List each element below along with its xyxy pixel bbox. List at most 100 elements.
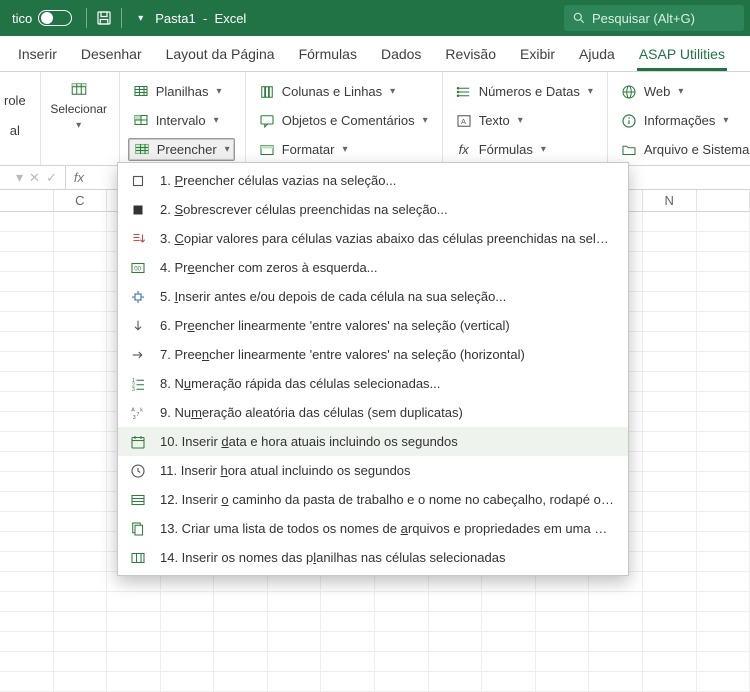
grid-cell[interactable]	[697, 212, 750, 232]
grid-cell[interactable]	[54, 432, 108, 452]
grid-cell[interactable]	[321, 672, 375, 692]
menu-item[interactable]: 12. Inserir o caminho da pasta de trabal…	[118, 485, 628, 514]
grid-cell[interactable]	[697, 472, 750, 492]
grid-cell[interactable]	[0, 252, 54, 272]
grid-cell[interactable]	[375, 672, 429, 692]
grid-cell[interactable]	[54, 452, 108, 472]
grid-cell[interactable]	[589, 652, 643, 672]
grid-cell[interactable]	[54, 472, 108, 492]
grid-cell[interactable]	[643, 392, 697, 412]
grid-cell[interactable]	[0, 612, 54, 632]
grid-cell[interactable]	[643, 292, 697, 312]
grid-cell[interactable]	[0, 312, 54, 332]
grid-cell[interactable]	[643, 512, 697, 532]
grid-cell[interactable]	[107, 612, 161, 632]
grid-cell[interactable]	[161, 592, 215, 612]
grid-cell[interactable]	[0, 212, 54, 232]
grid-cell[interactable]	[268, 652, 322, 672]
grid-cell[interactable]	[697, 512, 750, 532]
select-button[interactable]: Selecionar ▾	[49, 76, 109, 161]
grid-cell[interactable]	[321, 652, 375, 672]
autosave-toggle[interactable]	[38, 10, 72, 26]
ribbon-tab[interactable]: Revisão	[433, 38, 508, 71]
ribbon-tab[interactable]: Exibir	[508, 38, 567, 71]
grid-cell[interactable]	[697, 572, 750, 592]
grid-cell[interactable]	[107, 652, 161, 672]
search-box[interactable]: Pesquisar (Alt+G)	[564, 5, 744, 31]
text-menu[interactable]: A Texto▾	[451, 109, 597, 132]
grid-cell[interactable]	[0, 512, 54, 532]
grid-cell[interactable]	[321, 632, 375, 652]
grid-cell[interactable]	[643, 632, 697, 652]
grid-cell[interactable]	[214, 652, 268, 672]
grid-cell[interactable]	[0, 632, 54, 652]
grid-cell[interactable]	[697, 652, 750, 672]
grid-cell[interactable]	[161, 652, 215, 672]
grid-cell[interactable]	[697, 592, 750, 612]
grid-cell[interactable]	[643, 332, 697, 352]
grid-cell[interactable]	[375, 652, 429, 672]
numbers-dates-menu[interactable]: Números e Datas▾	[451, 80, 597, 103]
ribbon-tab[interactable]: Layout da Página	[154, 38, 287, 71]
grid-cell[interactable]	[643, 232, 697, 252]
menu-item[interactable]: 6. Preencher linearmente 'entre valores'…	[118, 311, 628, 340]
ribbon-item[interactable]: al	[6, 119, 24, 143]
grid-cell[interactable]	[697, 252, 750, 272]
column-header[interactable]: N	[643, 190, 697, 212]
menu-item[interactable]: 10. Inserir data e hora atuais incluindo…	[118, 427, 628, 456]
grid-cell[interactable]	[536, 672, 590, 692]
grid-cell[interactable]	[0, 432, 54, 452]
grid-cell[interactable]	[54, 492, 108, 512]
grid-cell[interactable]	[697, 492, 750, 512]
grid-cell[interactable]	[0, 372, 54, 392]
ribbon-tab[interactable]: Dados	[369, 38, 433, 71]
grid-cell[interactable]	[482, 612, 536, 632]
grid-cell[interactable]	[0, 292, 54, 312]
grid-cell[interactable]	[268, 612, 322, 632]
grid-cell[interactable]	[697, 532, 750, 552]
grid-cell[interactable]	[697, 272, 750, 292]
grid-cell[interactable]	[589, 672, 643, 692]
grid-cell[interactable]	[0, 652, 54, 672]
grid-cell[interactable]	[697, 372, 750, 392]
check-icon[interactable]: ✓	[46, 170, 57, 186]
grid-cell[interactable]	[697, 392, 750, 412]
grid-cell[interactable]	[54, 252, 108, 272]
grid-cell[interactable]	[643, 412, 697, 432]
grid-cell[interactable]	[643, 372, 697, 392]
fx-label[interactable]: fx	[66, 170, 92, 185]
save-icon[interactable]	[95, 9, 113, 27]
grid-cell[interactable]	[697, 612, 750, 632]
grid-cell[interactable]	[643, 572, 697, 592]
grid-cell[interactable]	[0, 352, 54, 372]
grid-cell[interactable]	[536, 652, 590, 672]
range-menu[interactable]: Intervalo▾	[128, 109, 235, 132]
grid-cell[interactable]	[536, 612, 590, 632]
grid-cell[interactable]	[697, 232, 750, 252]
grid-cell[interactable]	[589, 612, 643, 632]
grid-cell[interactable]	[697, 292, 750, 312]
grid-cell[interactable]	[643, 472, 697, 492]
ribbon-tab[interactable]: Fórmulas	[287, 38, 369, 71]
grid-cell[interactable]	[643, 252, 697, 272]
grid-cell[interactable]	[0, 412, 54, 432]
menu-item[interactable]: 13. Criar uma lista de todos os nomes de…	[118, 514, 628, 543]
grid-cell[interactable]	[0, 232, 54, 252]
grid-cell[interactable]	[643, 652, 697, 672]
sheets-menu[interactable]: Planilhas▾	[128, 80, 235, 103]
grid-cell[interactable]	[697, 552, 750, 572]
grid-cell[interactable]	[375, 592, 429, 612]
grid-cell[interactable]	[54, 572, 108, 592]
grid-cell[interactable]	[268, 592, 322, 612]
grid-cell[interactable]	[54, 372, 108, 392]
grid-cell[interactable]	[643, 312, 697, 332]
ribbon-tab[interactable]: ASAP Utilities	[627, 38, 737, 71]
grid-cell[interactable]	[161, 672, 215, 692]
menu-item[interactable]: 004. Preencher com zeros à esquerda...	[118, 253, 628, 282]
column-header[interactable]	[697, 190, 750, 212]
menu-item[interactable]: A7k39. Numeração aleatória das células (…	[118, 398, 628, 427]
grid-cell[interactable]	[375, 632, 429, 652]
grid-cell[interactable]	[54, 332, 108, 352]
ribbon-tab[interactable]: Ajuda	[567, 38, 627, 71]
grid-cell[interactable]	[589, 632, 643, 652]
